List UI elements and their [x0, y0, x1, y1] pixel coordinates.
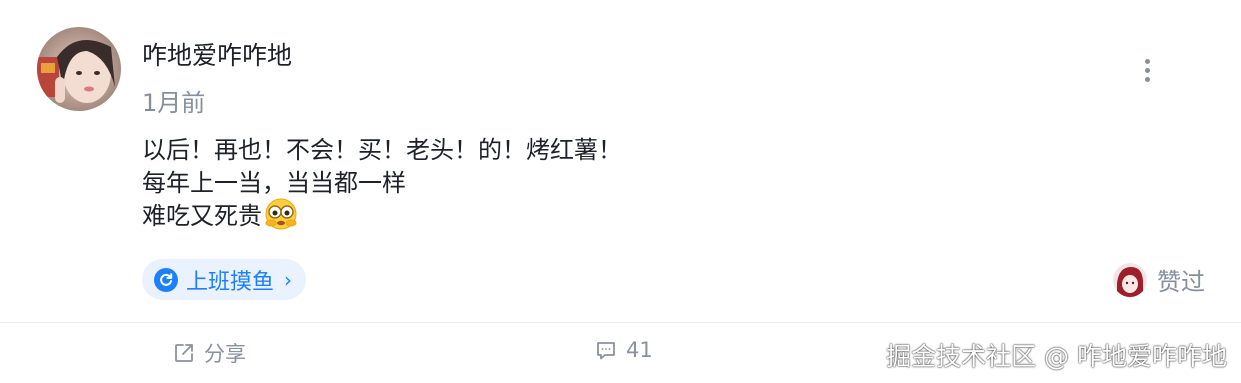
liked-by[interactable]: 赞过 [1113, 262, 1205, 297]
topic-label: 上班摸鱼 [186, 269, 275, 295]
liked-label: 赞过 [1157, 268, 1205, 296]
share-button[interactable]: 分享 [172, 338, 246, 368]
post-time: 1月前 [142, 89, 206, 117]
author-avatar[interactable] [37, 27, 121, 111]
post-card: 咋地爱咋咋地 1月前 以后！再也！不会！买！老头！的！烤红薯！ 每年上一当，当当… [0, 0, 1241, 383]
share-label: 分享 [204, 342, 246, 366]
content-line: 难吃又死贵 [142, 202, 262, 230]
content-line-with-emoji: 难吃又死贵 [142, 197, 622, 234]
author-name[interactable]: 咋地爱咋咋地 [142, 36, 292, 72]
divider [0, 322, 1241, 323]
more-options-icon[interactable] [1136, 56, 1160, 86]
content-line: 每年上一当，当当都一样 [142, 169, 406, 197]
topic-tag[interactable]: 上班摸鱼 › [142, 259, 307, 300]
comment-count: 41 [626, 338, 653, 362]
content-line: 以后！再也！不会！买！老头！的！烤红薯！ [142, 136, 622, 164]
comment-button[interactable]: 41 [594, 338, 653, 362]
glasses-face-emoji [264, 197, 298, 231]
comment-icon [597, 342, 615, 360]
liker-avatar[interactable] [1113, 262, 1147, 297]
post-content: 以后！再也！不会！买！老头！的！烤红薯！ 每年上一当，当当都一样 难吃又死贵 [142, 134, 622, 234]
share-icon [175, 344, 193, 362]
refresh-circle-icon [154, 267, 178, 292]
watermark: 掘金技术社区 @ 咋地爱咋咋地 [886, 342, 1227, 371]
chevron-right-icon: › [284, 267, 293, 292]
